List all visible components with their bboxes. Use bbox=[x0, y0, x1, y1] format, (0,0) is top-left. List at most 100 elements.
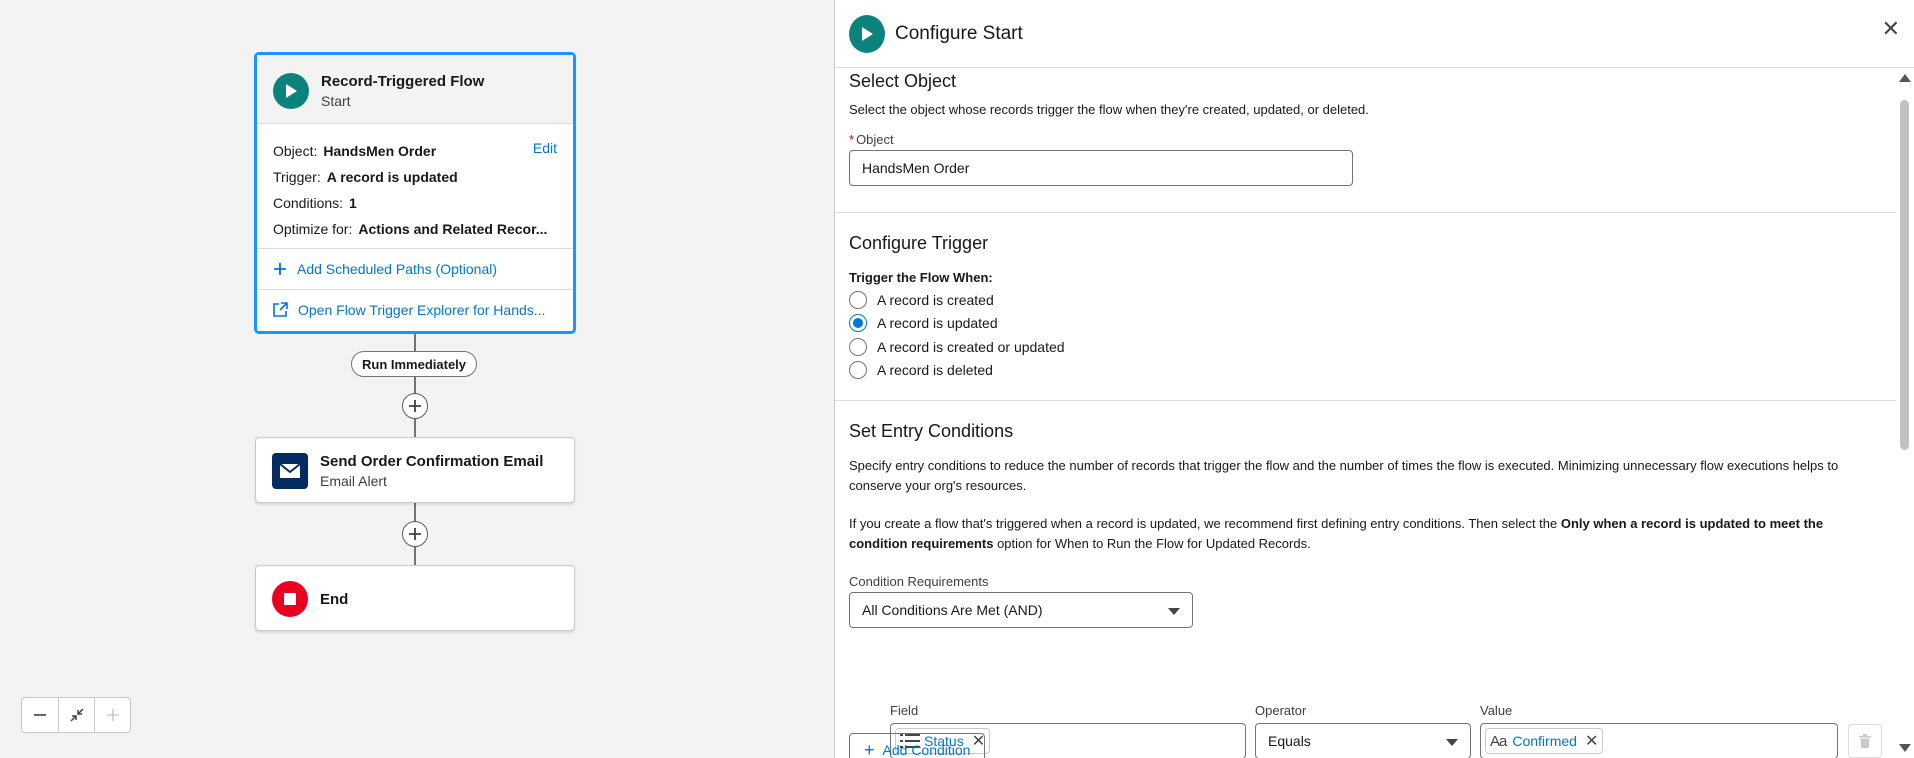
object-input-value: HandsMen Order bbox=[862, 160, 970, 176]
shrink-icon bbox=[69, 708, 84, 722]
radio-label: A record is deleted bbox=[877, 362, 993, 379]
operator-value: Equals bbox=[1268, 733, 1311, 749]
configure-start-panel: Configure Start ✕ Select Object Select t… bbox=[834, 0, 1914, 758]
radio-option-updated[interactable]: A record is updated bbox=[849, 312, 1882, 336]
add-scheduled-paths-link[interactable]: Add Scheduled Paths (Optional) bbox=[257, 249, 573, 289]
radio-label: A record is created bbox=[877, 291, 994, 308]
value-pill[interactable]: Aa Confirmed ✕ bbox=[1485, 728, 1604, 754]
open-trigger-explorer-label: Open Flow Trigger Explorer for Hands... bbox=[298, 301, 546, 318]
conditions-row: Conditions: 1 bbox=[273, 190, 557, 216]
condition-value-input[interactable]: Aa Confirmed ✕ bbox=[1480, 723, 1838, 758]
panel-title: Configure Start bbox=[895, 22, 1023, 44]
plus-icon bbox=[409, 400, 421, 412]
value-column-header: Value bbox=[1480, 703, 1513, 718]
entry-conditions-title: Set Entry Conditions bbox=[849, 421, 1014, 441]
open-trigger-explorer-link[interactable]: Open Flow Trigger Explorer for Hands... bbox=[257, 289, 573, 329]
optimize-row: Optimize for: Actions and Related Recor.… bbox=[273, 216, 557, 242]
entry-conditions-section: Set Entry Conditions Specify entry condi… bbox=[835, 401, 1896, 758]
panel-body[interactable]: Select Object Select the object whose re… bbox=[835, 68, 1896, 758]
note-text-end: option for When to Run the Flow for Upda… bbox=[993, 536, 1311, 551]
operator-column-header: Operator bbox=[1255, 703, 1307, 718]
scroll-down-arrow-icon[interactable] bbox=[1899, 744, 1911, 752]
add-scheduled-paths-label: Add Scheduled Paths (Optional) bbox=[297, 261, 498, 277]
object-value: HandsMen Order bbox=[323, 143, 437, 159]
start-node-card[interactable]: Record-Triggered Flow Start Edit Object:… bbox=[255, 53, 575, 333]
optimize-label: Optimize for: bbox=[273, 221, 353, 237]
scrollbar-thumb[interactable] bbox=[1900, 100, 1909, 450]
object-label: Object: bbox=[273, 143, 318, 159]
trash-icon bbox=[1859, 734, 1871, 748]
add-condition-button[interactable]: + Add Condition bbox=[849, 733, 986, 758]
trigger-label: Trigger: bbox=[273, 169, 321, 185]
plus-icon bbox=[274, 263, 286, 275]
text-type-icon: Aa bbox=[1490, 732, 1507, 750]
fit-view-button[interactable] bbox=[58, 698, 94, 732]
condition-requirements-label: Condition Requirements bbox=[849, 574, 989, 589]
zoom-in-button[interactable] bbox=[94, 698, 130, 732]
object-field-label-text: Object bbox=[856, 132, 894, 147]
email-alert-node-card[interactable]: Send Order Confirmation Email Email Aler… bbox=[255, 437, 575, 503]
radio-option-created[interactable]: A record is created bbox=[849, 288, 1882, 312]
radio-label: A record is updated bbox=[877, 315, 998, 332]
chevron-down-icon bbox=[1168, 608, 1180, 615]
trigger-value: A record is updated bbox=[326, 169, 458, 185]
start-node-subtitle: Start bbox=[321, 93, 351, 109]
conditions-value: 1 bbox=[349, 195, 357, 211]
add-element-button[interactable] bbox=[402, 521, 428, 547]
field-column-header: Field bbox=[890, 703, 919, 718]
object-input[interactable]: HandsMen Order bbox=[849, 150, 1353, 186]
play-icon bbox=[273, 73, 309, 109]
end-node-header: End bbox=[256, 566, 574, 632]
play-icon bbox=[849, 14, 885, 53]
plus-icon: + bbox=[864, 739, 875, 758]
conditions-label: Conditions: bbox=[273, 195, 344, 211]
close-icon[interactable]: ✕ bbox=[1882, 18, 1900, 40]
email-node-subtitle: Email Alert bbox=[320, 473, 387, 489]
panel-scrollbar[interactable] bbox=[1896, 68, 1914, 758]
radio-label: A record is created or updated bbox=[877, 338, 1065, 355]
chevron-down-icon bbox=[1446, 739, 1458, 746]
start-node-header[interactable]: Record-Triggered Flow Start bbox=[257, 55, 573, 124]
condition-operator-select[interactable]: Equals bbox=[1255, 723, 1471, 758]
radio-button[interactable] bbox=[849, 337, 867, 356]
start-node-title: Record-Triggered Flow bbox=[321, 73, 485, 90]
select-object-description: Select the object whose records trigger … bbox=[849, 102, 1369, 117]
radio-button[interactable] bbox=[849, 290, 867, 309]
new-window-icon bbox=[273, 302, 288, 317]
stop-icon bbox=[272, 581, 308, 617]
value-pill-label: Confirmed bbox=[1512, 733, 1577, 749]
condition-requirements-select[interactable]: All Conditions Are Met (AND) bbox=[849, 592, 1193, 628]
remove-icon[interactable]: ✕ bbox=[1585, 731, 1598, 751]
minus-icon bbox=[34, 714, 46, 716]
plus-icon bbox=[106, 709, 119, 721]
radio-button-selected[interactable] bbox=[849, 314, 867, 333]
select-object-title: Select Object bbox=[849, 71, 957, 91]
zoom-out-button[interactable] bbox=[22, 698, 58, 732]
required-marker: * bbox=[849, 132, 855, 147]
scroll-up-arrow-icon[interactable] bbox=[1899, 74, 1911, 82]
configure-trigger-section: Configure Trigger Trigger the Flow When:… bbox=[835, 213, 1896, 401]
trigger-row: Trigger: A record is updated bbox=[273, 164, 557, 190]
zoom-controls bbox=[21, 697, 131, 733]
email-icon bbox=[272, 453, 308, 489]
radio-option-created-or-updated[interactable]: A record is created or updated bbox=[849, 335, 1882, 359]
email-node-header: Send Order Confirmation Email Email Aler… bbox=[256, 438, 574, 504]
end-node-card[interactable]: End bbox=[255, 565, 575, 631]
panel-header: Configure Start bbox=[835, 0, 1914, 68]
add-element-button[interactable] bbox=[402, 393, 428, 419]
start-node-details: Edit Object: HandsMen Order Trigger: A r… bbox=[257, 124, 573, 249]
optimize-value: Actions and Related Recor... bbox=[358, 221, 548, 237]
entry-conditions-note: If you create a flow that's triggered wh… bbox=[849, 514, 1882, 554]
radio-button[interactable] bbox=[849, 361, 867, 380]
flow-canvas[interactable]: Record-Triggered Flow Start Edit Object:… bbox=[0, 0, 834, 758]
entry-conditions-description: Specify entry conditions to reduce the n… bbox=[849, 458, 1839, 493]
condition-requirements-value: All Conditions Are Met (AND) bbox=[862, 602, 1043, 618]
radio-option-deleted[interactable]: A record is deleted bbox=[849, 359, 1882, 383]
delete-condition-button[interactable] bbox=[1848, 724, 1882, 758]
trigger-question: Trigger the Flow When: bbox=[849, 270, 993, 285]
note-text: If you create a flow that's triggered wh… bbox=[849, 516, 1561, 531]
select-object-section: Select Object Select the object whose re… bbox=[835, 68, 1896, 213]
configure-trigger-title: Configure Trigger bbox=[849, 233, 989, 253]
object-field-label: * Object bbox=[849, 132, 1882, 147]
edit-link[interactable]: Edit bbox=[533, 140, 557, 156]
